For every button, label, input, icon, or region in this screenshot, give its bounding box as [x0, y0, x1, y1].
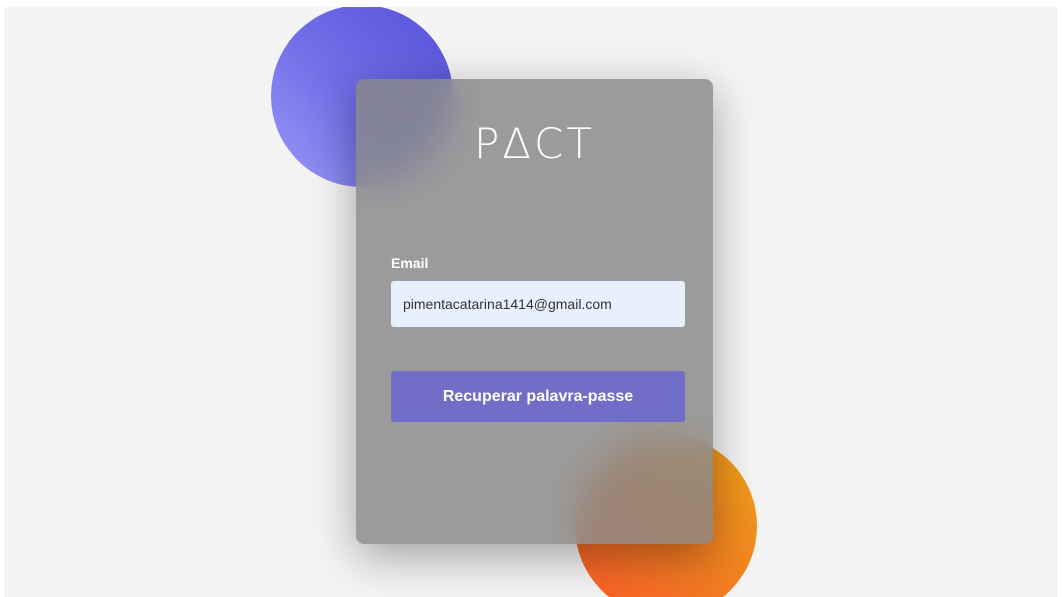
- page-background: PΔCT Email Recuperar palavra-passe: [4, 7, 1058, 597]
- password-recovery-card: PΔCT Email Recuperar palavra-passe: [356, 79, 713, 544]
- email-label: Email: [391, 255, 429, 271]
- email-input[interactable]: [391, 281, 685, 327]
- recover-password-button[interactable]: Recuperar palavra-passe: [391, 371, 685, 422]
- pact-logo: PΔCT: [473, 119, 596, 168]
